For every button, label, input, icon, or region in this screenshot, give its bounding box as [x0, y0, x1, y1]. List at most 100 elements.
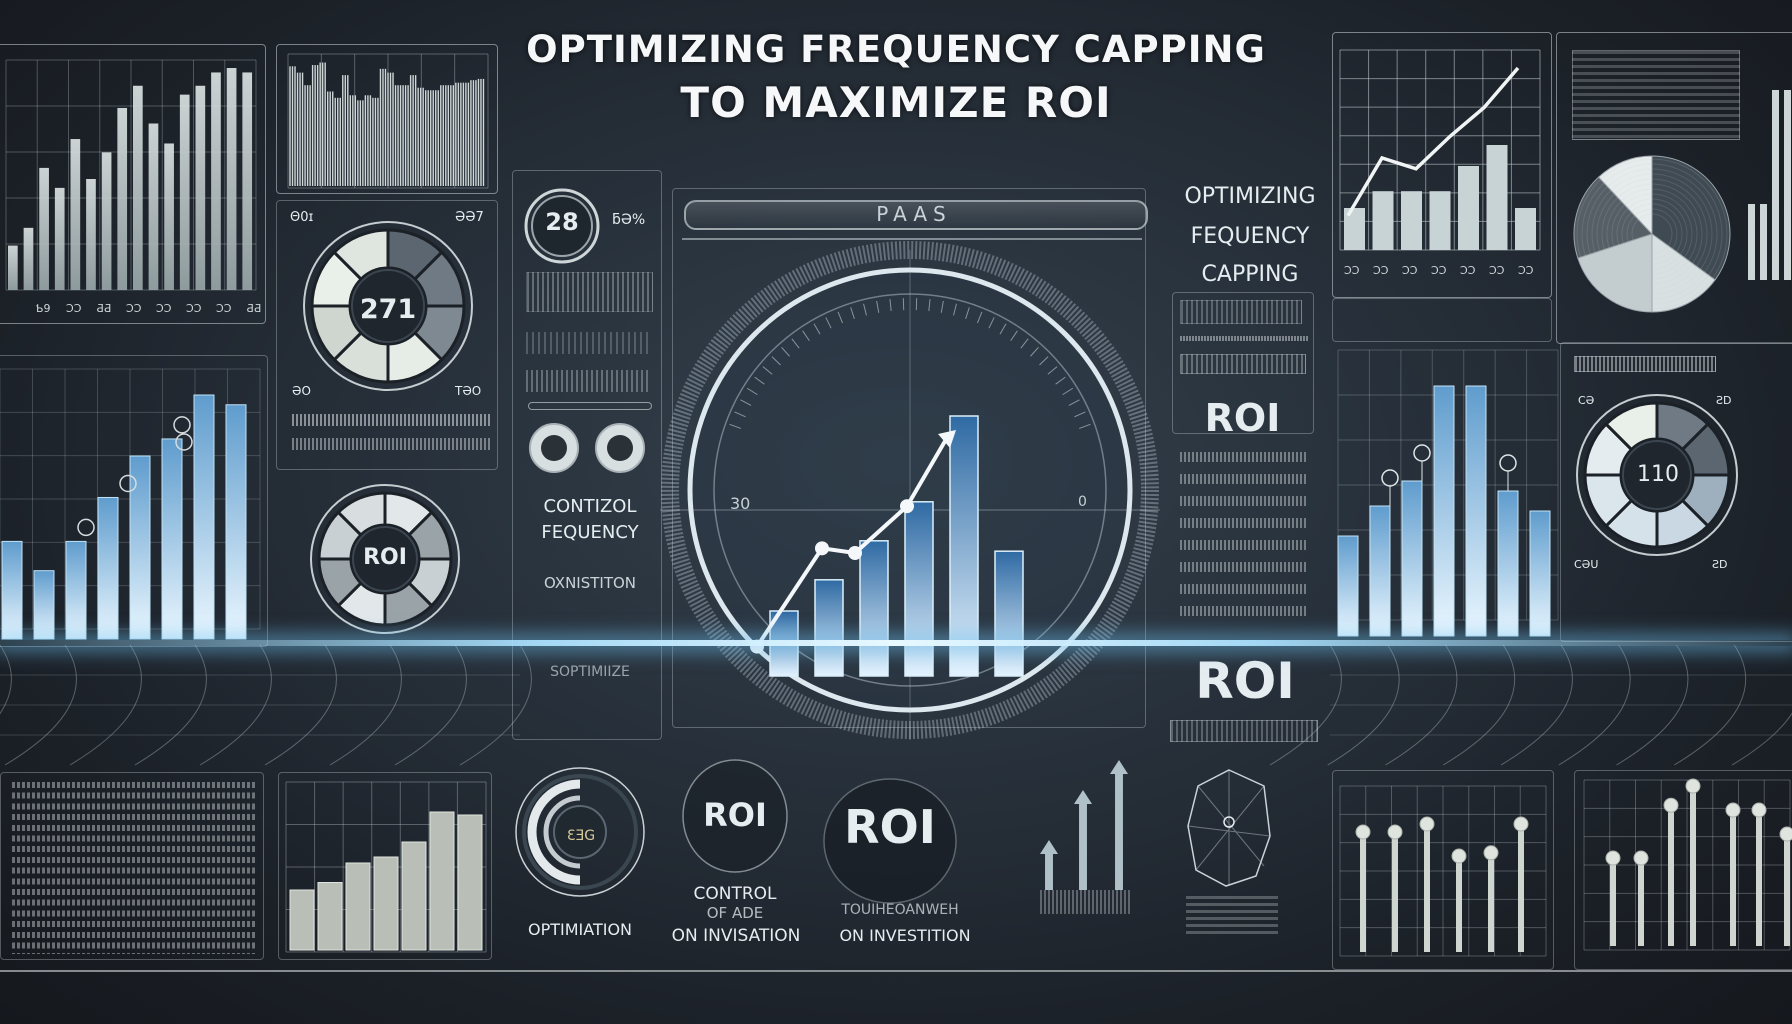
marker-icon	[1413, 444, 1431, 462]
bar	[1784, 90, 1791, 280]
mini-slider	[528, 402, 652, 410]
gauge-corner-label-2: ƏƏ7	[455, 210, 484, 225]
bar	[195, 85, 206, 290]
floor-grid-left	[0, 644, 532, 766]
bar	[179, 94, 190, 290]
control-ads-line2: OF ADE	[706, 904, 764, 922]
tick-label: ƆƆ	[126, 302, 142, 315]
tick-label: ƆƆ	[186, 302, 202, 315]
optimization-gauge-value: ƐƎG	[566, 828, 596, 844]
roi-large-underline	[1170, 720, 1318, 742]
bar	[457, 814, 483, 951]
brain-icons	[529, 423, 645, 473]
bar	[859, 540, 889, 677]
side-heading-line2: FEQUENCY	[1190, 224, 1310, 249]
optimize-text: SOPTIMIIZE	[550, 664, 630, 680]
lollipop-head	[1685, 778, 1701, 794]
top-right-line-bar-chart: ƆƆ ƆƆ ƆƆ ƆƆ ƆƆ ƆƆ ƆƆ	[1339, 49, 1541, 277]
roi-badge-small-label: ROI	[703, 796, 767, 834]
lollipop-head	[1725, 802, 1741, 818]
lollipop-stem	[1424, 824, 1430, 952]
gauge-corner-label-4: TƏO	[455, 384, 482, 398]
bar	[429, 811, 455, 951]
arrow-up	[1040, 840, 1058, 890]
lollipop-stem	[1610, 858, 1616, 946]
lollipop-stem	[1456, 856, 1462, 952]
bar	[1401, 191, 1422, 250]
lollipop-stem	[1392, 832, 1398, 952]
arrow-up	[1110, 760, 1128, 890]
lollipop-head	[1751, 802, 1767, 818]
gauge-right-corner-2: ƧD	[1716, 394, 1732, 407]
bar	[1, 540, 23, 640]
lollipop-head	[1513, 816, 1529, 832]
badge-side-label: ƃƏ%	[612, 212, 646, 228]
stepped-bar-chart	[285, 781, 487, 953]
roi-info-row-1	[1180, 300, 1302, 324]
top-right-sub-panel	[1332, 298, 1552, 342]
bar	[129, 455, 151, 640]
bar	[226, 68, 237, 290]
bar	[70, 139, 81, 290]
bottom-divider	[0, 970, 1792, 972]
roi-gauge-left-label: ROI	[363, 545, 407, 570]
gauge-271-value: 271	[359, 294, 417, 325]
lollipop-stem	[1488, 852, 1494, 952]
growth-arrows-icon	[1040, 760, 1128, 890]
lollipop-head	[1663, 797, 1679, 813]
waveform-chart	[287, 53, 489, 189]
bar	[23, 227, 34, 290]
center-banner-text: PAAS	[876, 202, 952, 226]
gauge-corner-label-3: ƏO	[292, 384, 311, 398]
bar	[373, 856, 399, 951]
bar	[1401, 480, 1423, 637]
bar	[86, 179, 96, 290]
lollipop-head	[1451, 848, 1467, 864]
tick-label: Ƅ9	[36, 302, 51, 315]
trend-point	[848, 546, 862, 560]
bar	[1748, 204, 1755, 280]
tick-label: ƆƆ	[1518, 264, 1534, 277]
roi-data-table	[1180, 452, 1306, 628]
control-ads-line3: ON INVISATION	[671, 926, 801, 946]
bar	[1433, 385, 1455, 637]
pie-header-text	[1572, 50, 1740, 140]
bar	[117, 107, 128, 291]
control-frequency-line2: FEQUENCY	[541, 522, 639, 543]
gauge-110-value: 110	[1637, 462, 1679, 487]
bar	[345, 862, 371, 951]
bar	[8, 245, 18, 290]
arrows-caption	[1040, 890, 1130, 914]
trend-point	[815, 541, 829, 556]
tick-label: ƆƆ	[156, 302, 172, 315]
return-investment-line2: ON INVESTITION	[839, 926, 971, 945]
lollipop-stem	[1360, 832, 1366, 952]
badge-28-value: 28	[545, 208, 579, 236]
gauge-right-corner-1: CƏ	[1578, 394, 1595, 407]
arrow-up	[1074, 790, 1092, 890]
bar	[1486, 145, 1508, 250]
tick-label: ƆƆ	[216, 302, 232, 315]
bar	[1369, 505, 1391, 637]
tick-label: ƋƋ	[96, 302, 111, 315]
bar	[1429, 191, 1451, 250]
bar	[317, 882, 343, 951]
top-left-bar-chart: Ƅ9 ƆƆ ƋƋ ƆƆ ƆƆ ƆƆ ƆƆ ƋƋ	[5, 59, 261, 315]
marker-icon	[77, 518, 95, 537]
lollipop-stem	[1518, 824, 1524, 952]
far-right-vertical-bars	[1748, 90, 1791, 280]
marker-icon	[1381, 469, 1399, 487]
lollipop-chart-b	[1583, 778, 1792, 951]
lollipop-stem	[1730, 810, 1736, 946]
center-scale-right: 0	[1078, 494, 1087, 510]
bar	[289, 889, 315, 951]
side-heading-line1: OPTIMIZING	[1184, 184, 1316, 209]
tick-label: ƆƆ	[1344, 264, 1360, 277]
bar	[814, 579, 844, 677]
bar	[1465, 385, 1487, 637]
control-frequency-line1: CONTIZOL	[543, 496, 637, 517]
bar	[54, 187, 65, 290]
bar	[33, 570, 55, 640]
top-right-pie-chart	[1573, 155, 1731, 313]
roi-info-row-3	[1180, 354, 1306, 374]
